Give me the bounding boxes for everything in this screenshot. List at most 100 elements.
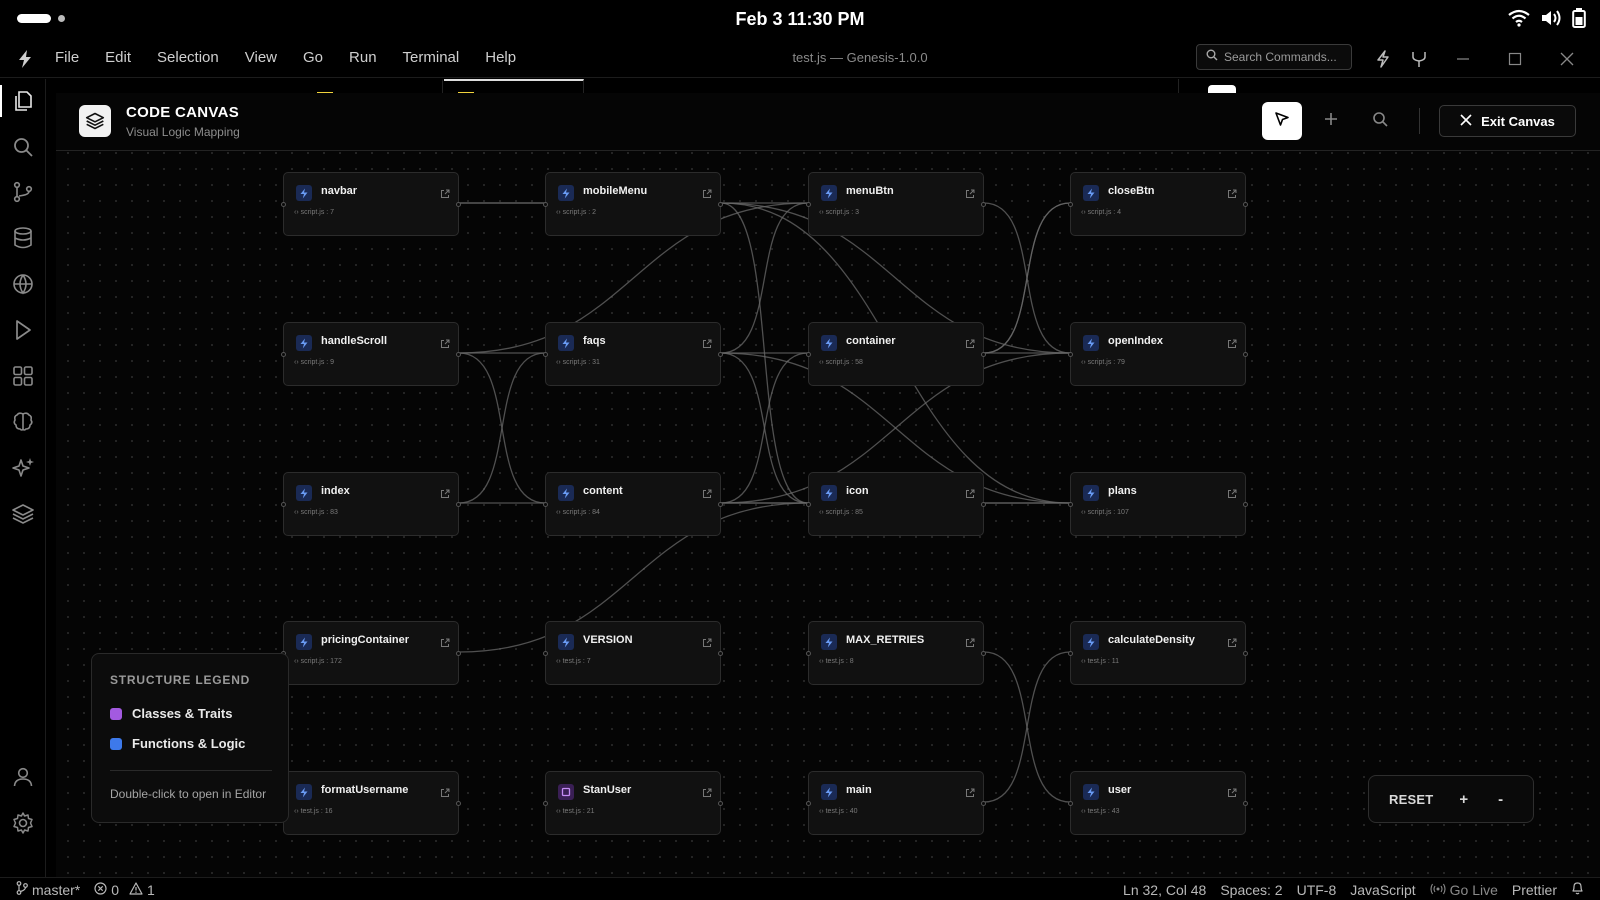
account-user-icon[interactable]	[11, 765, 35, 789]
menu-run[interactable]: Run	[349, 49, 390, 66]
zoom-in-button[interactable]: +	[1459, 791, 1468, 808]
output-port[interactable]	[1243, 651, 1248, 656]
battery-icon[interactable]	[1572, 8, 1586, 28]
output-port[interactable]	[1243, 352, 1248, 357]
panel-toggle[interactable]	[1208, 85, 1236, 93]
node-icon[interactable]: icon ‹› script.js : 85	[806, 472, 986, 536]
output-port[interactable]	[1243, 801, 1248, 806]
output-port[interactable]	[456, 352, 461, 357]
close-window-icon[interactable]	[1557, 49, 1577, 69]
brain-icon[interactable]	[11, 410, 35, 434]
open-in-editor-icon[interactable]	[702, 635, 712, 647]
select-tool-button[interactable]	[1262, 102, 1302, 140]
input-port[interactable]	[1068, 352, 1073, 357]
output-port[interactable]	[718, 352, 723, 357]
open-in-editor-icon[interactable]	[440, 186, 450, 198]
search-icon[interactable]	[11, 135, 35, 159]
output-port[interactable]	[456, 502, 461, 507]
node-index[interactable]: index ‹› script.js : 83	[281, 472, 461, 536]
open-in-editor-icon[interactable]	[1227, 635, 1237, 647]
node-calculateDensity[interactable]: calculateDensity ‹› test.js : 11	[1068, 621, 1248, 685]
open-in-editor-icon[interactable]	[440, 486, 450, 498]
input-port[interactable]	[1068, 202, 1073, 207]
open-in-editor-icon[interactable]	[702, 486, 712, 498]
menu-edit[interactable]: Edit	[105, 49, 144, 66]
input-port[interactable]	[281, 502, 286, 507]
node-openIndex[interactable]: openIndex ‹› script.js : 79	[1068, 322, 1248, 386]
node-user[interactable]: user ‹› test.js : 43	[1068, 771, 1248, 835]
open-in-editor-icon[interactable]	[965, 336, 975, 348]
output-port[interactable]	[718, 502, 723, 507]
exit-canvas-button[interactable]: Exit Canvas	[1439, 105, 1576, 137]
problems-item[interactable]: 0 1	[94, 882, 155, 898]
node-content[interactable]: content ‹› script.js : 84	[543, 472, 723, 536]
node-mobileMenu[interactable]: mobileMenu ‹› script.js : 2	[543, 172, 723, 236]
reset-zoom-button[interactable]: RESET	[1389, 792, 1433, 807]
open-in-editor-icon[interactable]	[965, 186, 975, 198]
output-port[interactable]	[981, 651, 986, 656]
output-port[interactable]	[456, 801, 461, 806]
output-port[interactable]	[981, 202, 986, 207]
node-main[interactable]: main ‹› test.js : 40	[806, 771, 986, 835]
os-status-tray[interactable]	[1508, 8, 1586, 28]
editor-tab[interactable]	[303, 79, 443, 95]
indentation-setting[interactable]: Spaces: 2	[1220, 882, 1282, 898]
output-port[interactable]	[981, 352, 986, 357]
command-search-input[interactable]	[1224, 50, 1344, 64]
open-in-editor-icon[interactable]	[440, 635, 450, 647]
go-live-item[interactable]: Go Live	[1430, 882, 1498, 898]
input-port[interactable]	[543, 651, 548, 656]
globe-icon[interactable]	[11, 272, 35, 296]
output-port[interactable]	[718, 651, 723, 656]
output-port[interactable]	[981, 801, 986, 806]
menu-selection[interactable]: Selection	[157, 49, 232, 66]
canvas-search-button[interactable]	[1360, 102, 1400, 140]
command-search[interactable]	[1196, 44, 1352, 70]
open-in-editor-icon[interactable]	[1227, 186, 1237, 198]
menu-terminal[interactable]: Terminal	[403, 49, 473, 66]
node-faqs[interactable]: faqs ‹› script.js : 31	[543, 322, 723, 386]
node-container[interactable]: container ‹› script.js : 58	[806, 322, 986, 386]
workspace-dot[interactable]	[58, 15, 65, 22]
maximize-window-icon[interactable]	[1505, 49, 1525, 69]
explorer-files-icon[interactable]	[11, 89, 35, 113]
node-navbar[interactable]: navbar ‹› script.js : 7	[281, 172, 461, 236]
input-port[interactable]	[1068, 651, 1073, 656]
language-mode[interactable]: JavaScript	[1350, 882, 1415, 898]
open-in-editor-icon[interactable]	[1227, 486, 1237, 498]
git-branch-item[interactable]: master*	[16, 881, 80, 898]
layers-icon[interactable]	[11, 502, 35, 526]
input-port[interactable]	[806, 651, 811, 656]
open-in-editor-icon[interactable]	[965, 486, 975, 498]
input-port[interactable]	[806, 801, 811, 806]
input-port[interactable]	[806, 202, 811, 207]
input-port[interactable]	[543, 801, 548, 806]
formatter-label[interactable]: Prettier	[1512, 882, 1557, 898]
menu-file[interactable]: File	[55, 49, 92, 66]
os-clock[interactable]: Feb 3 11:30 PM	[0, 9, 1600, 30]
output-port[interactable]	[1243, 202, 1248, 207]
input-port[interactable]	[281, 352, 286, 357]
lightning-icon[interactable]	[1373, 49, 1393, 69]
node-handleScroll[interactable]: handleScroll ‹› script.js : 9	[281, 322, 461, 386]
output-port[interactable]	[981, 502, 986, 507]
node-pricingContainer[interactable]: pricingContainer ‹› script.js : 172	[281, 621, 461, 685]
open-in-editor-icon[interactable]	[702, 186, 712, 198]
editor-tab-active[interactable]	[444, 79, 584, 95]
database-icon[interactable]	[11, 226, 35, 250]
node-VERSION[interactable]: VERSION ‹› test.js : 7	[543, 621, 723, 685]
node-MAX_RETRIES[interactable]: MAX_RETRIES ‹› test.js : 8	[806, 621, 986, 685]
volume-icon[interactable]	[1540, 9, 1562, 27]
menu-go[interactable]: Go	[303, 49, 336, 66]
input-port[interactable]	[1068, 801, 1073, 806]
output-port[interactable]	[1243, 502, 1248, 507]
output-port[interactable]	[456, 651, 461, 656]
output-port[interactable]	[718, 202, 723, 207]
extensions-grid-icon[interactable]	[11, 364, 35, 388]
open-in-editor-icon[interactable]	[1227, 785, 1237, 797]
wifi-icon[interactable]	[1508, 9, 1530, 27]
cursor-position[interactable]: Ln 32, Col 48	[1123, 882, 1206, 898]
file-encoding[interactable]: UTF-8	[1297, 882, 1337, 898]
sparkles-ai-icon[interactable]	[11, 456, 35, 480]
open-in-editor-icon[interactable]	[440, 785, 450, 797]
